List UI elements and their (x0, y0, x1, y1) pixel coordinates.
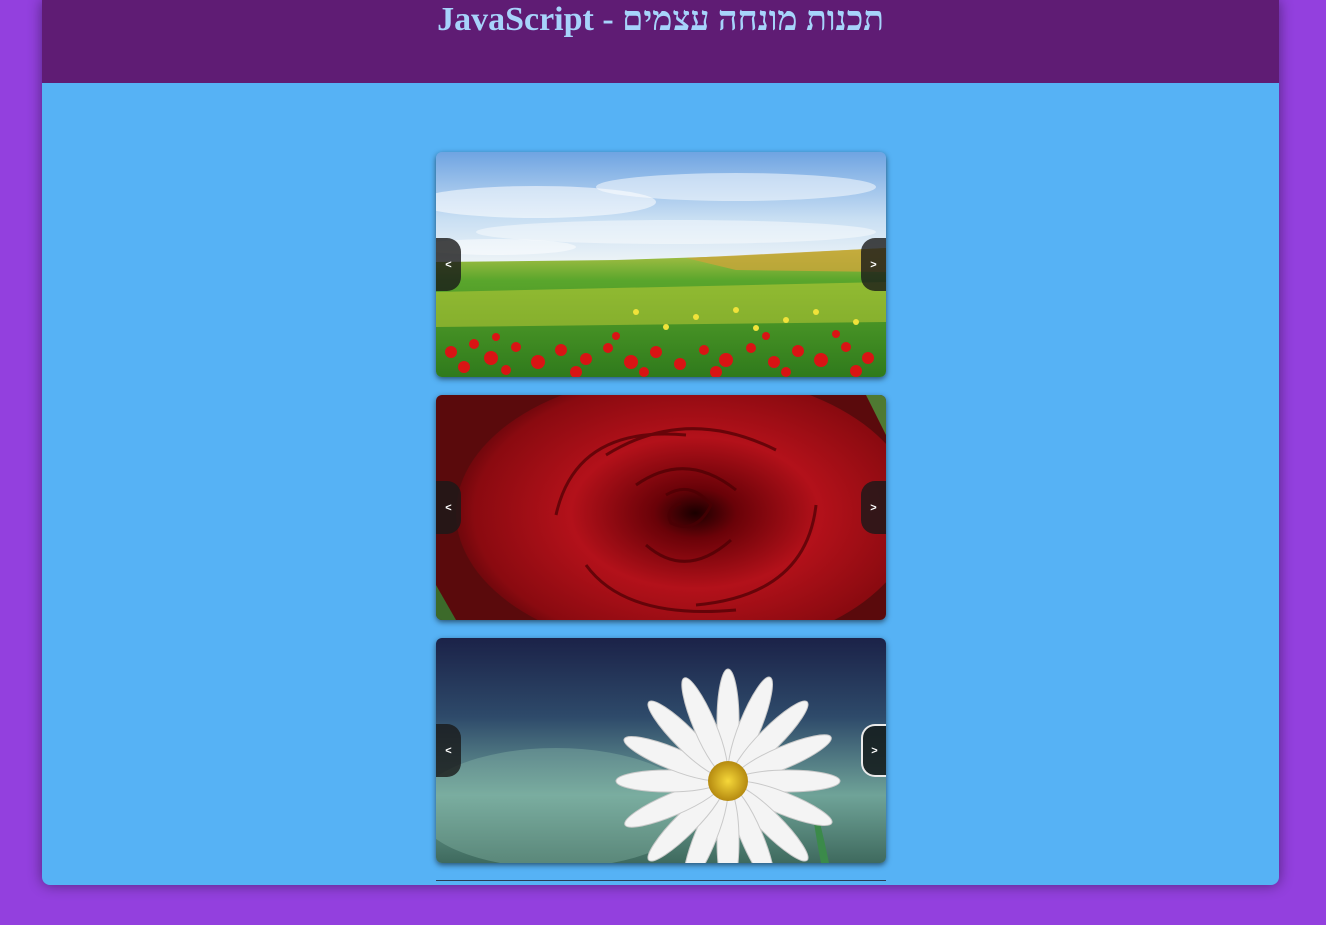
slider-2-prev-button[interactable]: < (436, 481, 461, 534)
white-daisy-image (436, 638, 886, 863)
page-container: JavaScript - תכנות מונחה עצמים < > < > <… (42, 0, 1279, 885)
image-slider-2: < > (436, 395, 886, 620)
slider-1-next-button[interactable]: > (861, 238, 886, 291)
poppy-field-image (436, 152, 886, 377)
divider (436, 880, 886, 881)
slider-3-next-button[interactable]: > (861, 724, 886, 777)
header: JavaScript - תכנות מונחה עצמים (42, 0, 1279, 83)
page-title: JavaScript - תכנות מונחה עצמים (437, 1, 884, 38)
slider-2-next-button[interactable]: > (861, 481, 886, 534)
red-rose-image (436, 395, 886, 620)
image-slider-3: < > (436, 638, 886, 863)
slider-3-prev-button[interactable]: < (436, 724, 461, 777)
slider-1-prev-button[interactable]: < (436, 238, 461, 291)
image-slider-1: < > (436, 152, 886, 377)
